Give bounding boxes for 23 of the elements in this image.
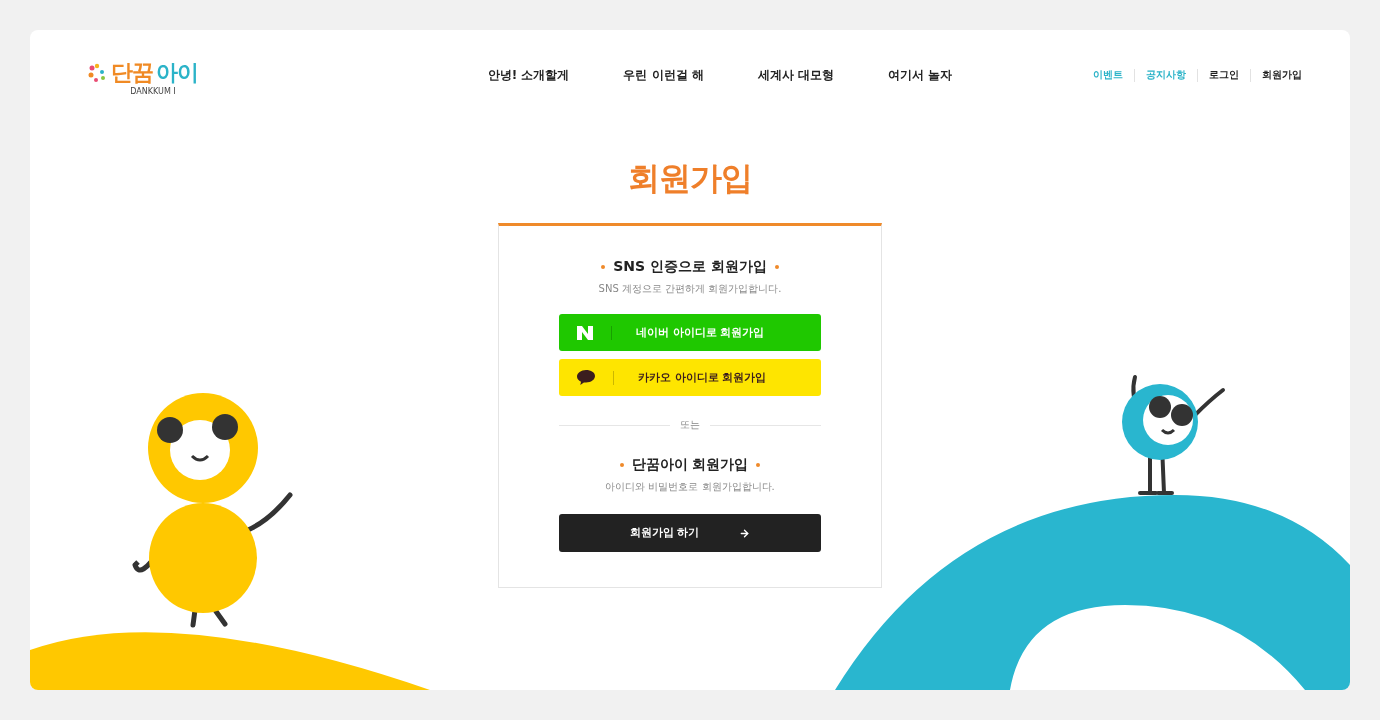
signup-button[interactable]: 회원가입 하기 (559, 514, 821, 552)
nav-link[interactable]: 안녕! 소개할게 (487, 66, 570, 84)
divider-label: 또는 (680, 418, 700, 432)
nav-link[interactable]: 세계사 대모형 (757, 66, 834, 84)
header-link[interactable]: 회원가입 (1250, 68, 1302, 82)
bullet-dot-icon (619, 463, 624, 467)
bullet-dot-icon (774, 265, 779, 269)
speech-bubble-icon (577, 370, 595, 385)
page-title: 회원가입 (628, 158, 752, 199)
arrow-right-icon (739, 527, 751, 539)
letter-n-icon (577, 325, 593, 340)
nav-link[interactable]: 여기서 놀자 (888, 66, 953, 84)
section-description: SNS 계정으로 간편하게 회원가입합니다. (598, 282, 782, 296)
nav-link[interactable]: 우린 이런걸 해 (623, 66, 704, 84)
social-signup-button[interactable]: 카카오 아이디로 회원가입 (559, 359, 821, 396)
section-title: SNS 인증으로 회원가입 (613, 258, 767, 276)
section-description: 아이디와 비밀번호로 회원가입합니다. (605, 480, 775, 494)
bullet-dot-icon (756, 463, 761, 467)
site-logo[interactable]: 단꿈아이 DANKKUM I (78, 58, 208, 96)
section-title: 단꿈아이 회원가입 (631, 456, 749, 474)
header-link[interactable]: 로그인 (1197, 68, 1250, 82)
flower-icon (88, 63, 108, 83)
bullet-dot-icon (601, 265, 606, 269)
